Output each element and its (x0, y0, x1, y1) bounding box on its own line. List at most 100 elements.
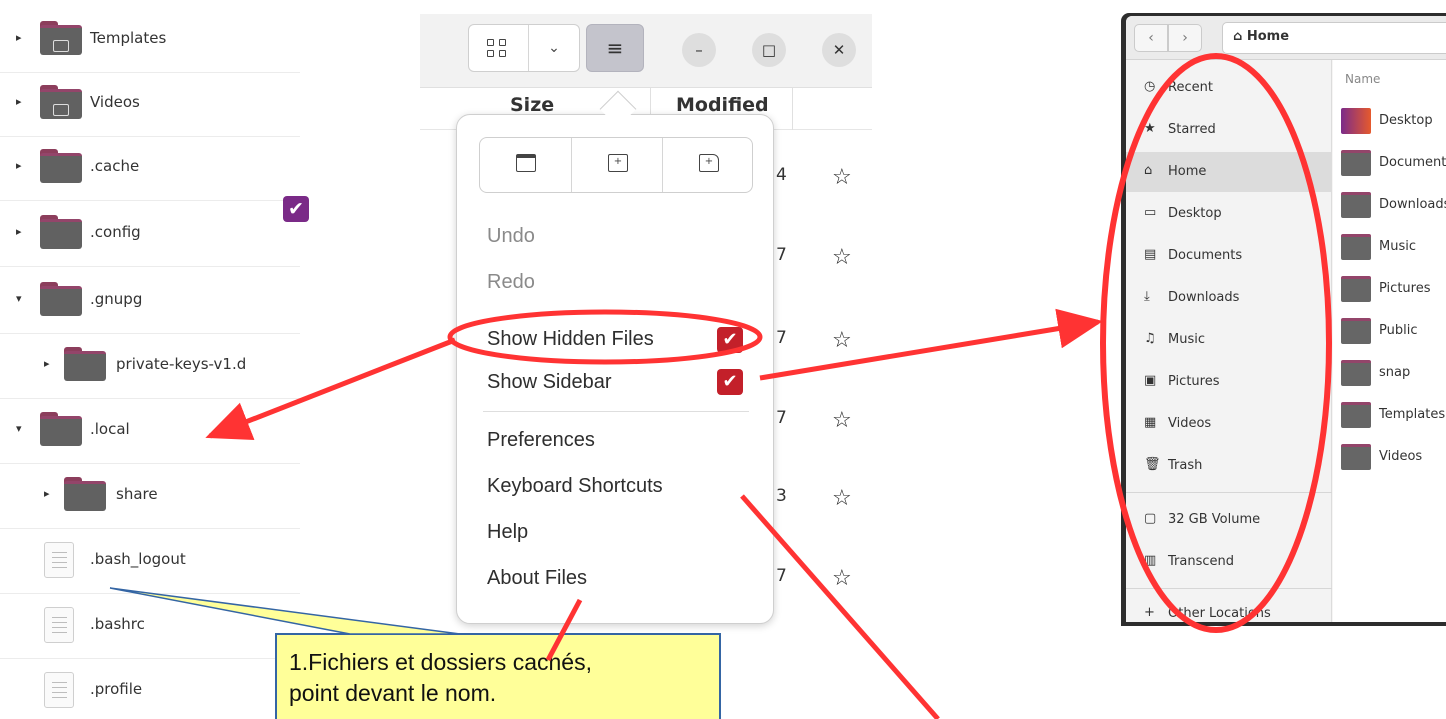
sidebar-item-pictures[interactable]: ▣ Pictures (1126, 362, 1332, 402)
expand-icon[interactable]: ▸ (16, 225, 22, 238)
sidebar-item-music[interactable]: ♫ Music (1126, 320, 1332, 360)
list-item[interactable]: Documents (1341, 144, 1446, 184)
menu-item-undo[interactable]: Undo (487, 225, 535, 248)
collapse-icon[interactable]: ▾ (16, 292, 22, 305)
star-icon[interactable]: ☆ (832, 245, 852, 270)
menu-item-preferences[interactable]: Preferences (487, 429, 595, 452)
menu-item-about-files[interactable]: About Files (487, 567, 587, 590)
tree-row-config[interactable]: ▸ .config (0, 203, 300, 267)
sidebar-item-label: Videos (1168, 416, 1212, 431)
sidebar-item-32gb-volume[interactable]: ▢ 32 GB Volume (1126, 500, 1332, 540)
list-item[interactable]: snap (1341, 354, 1446, 394)
sidebar-item-downloads[interactable]: ⤓ Downloads (1126, 278, 1332, 318)
tree-row-gnupg[interactable]: ▾ .gnupg (0, 270, 300, 334)
sidebar-item-trash[interactable]: 🗑 Trash (1126, 446, 1332, 486)
checkbox-checked-icon[interactable]: ✔ (283, 196, 309, 222)
show-hidden-files-checkbox[interactable]: ✔ (717, 327, 743, 353)
list-item[interactable]: Public (1341, 312, 1446, 352)
show-sidebar-checkbox[interactable]: ✔ (717, 369, 743, 395)
grid-view-button[interactable] (469, 25, 529, 71)
menu-item-help[interactable]: Help (487, 521, 528, 544)
tree-row-bash-logout[interactable]: .bash_logout (0, 530, 300, 594)
column-header-name[interactable]: Name (1345, 72, 1380, 86)
sidebar-item-home[interactable]: ⌂ Home (1126, 152, 1332, 192)
new-folder-button[interactable]: + (662, 138, 753, 192)
menu-item-show-hidden-files[interactable]: Show Hidden Files (487, 328, 654, 351)
document-icon: ▤ (1144, 247, 1157, 262)
folder-icon (1341, 234, 1371, 260)
tree-item-label: .profile (90, 680, 143, 698)
star-icon[interactable]: ☆ (832, 566, 852, 591)
tree-item-label: .cache (90, 157, 140, 175)
column-header-size[interactable]: Size (510, 94, 554, 116)
back-button[interactable]: ‹ (1134, 24, 1168, 52)
sidebar-item-label: Starred (1168, 122, 1216, 137)
collapse-icon[interactable]: ▾ (16, 422, 22, 435)
list-item[interactable]: Downloads (1341, 186, 1446, 226)
forward-button[interactable]: › (1168, 24, 1202, 52)
view-toggle-group: ⌄ (468, 24, 580, 72)
star-icon[interactable]: ☆ (832, 328, 852, 353)
star-icon[interactable]: ☆ (832, 165, 852, 190)
sidebar-item-label: Desktop (1168, 206, 1222, 221)
tree-row-private-keys[interactable]: ▸ private-keys-v1.d (0, 335, 300, 399)
expand-icon[interactable]: ▸ (16, 159, 22, 172)
sidebar-item-other-locations[interactable]: + Other Locations (1126, 594, 1332, 622)
row-size-fragment: 7 (776, 245, 787, 265)
folder-icon (1341, 192, 1371, 218)
list-item[interactable]: Videos (1341, 438, 1446, 478)
new-window-icon (516, 154, 536, 172)
list-item[interactable]: Templates (1341, 396, 1446, 436)
main-menu-button[interactable]: ≡ (586, 24, 644, 72)
tree-row-share[interactable]: ▸ share (0, 465, 300, 529)
star-icon[interactable]: ☆ (832, 486, 852, 511)
menu-separator (483, 411, 749, 412)
list-item[interactable]: Desktop (1341, 102, 1446, 142)
tree-row-bashrc[interactable]: .bashrc (0, 595, 300, 659)
tree-row-profile[interactable]: .profile (0, 660, 300, 719)
new-folder-icon: + (699, 154, 719, 172)
sidebar-item-recent[interactable]: ◷ Recent (1126, 68, 1332, 108)
view-options-chevron-icon[interactable]: ⌄ (529, 25, 579, 71)
video-icon: ▦ (1144, 415, 1157, 430)
location-bar-home[interactable]: ⌂ Home (1222, 22, 1446, 54)
new-window-button[interactable] (480, 138, 571, 192)
callout-line-1: 1.Fichiers et dossiers cachés, (289, 649, 592, 675)
header-bar: ⌄ ≡ – □ ✕ (420, 14, 872, 88)
expand-icon[interactable]: ▸ (44, 357, 50, 370)
file-tree: ▸ Templates ▸ Videos ▸ .cache ▸ .config … (0, 0, 300, 719)
tree-row-templates[interactable]: ▸ Templates (0, 9, 300, 73)
tree-item-label: private-keys-v1.d (116, 355, 247, 373)
annotation-callout: 1.Fichiers et dossiers cachés, point dev… (275, 633, 721, 719)
list-item[interactable]: Pictures (1341, 270, 1446, 310)
tree-row-local[interactable]: ▾ .local (0, 400, 300, 464)
menu-item-show-sidebar[interactable]: Show Sidebar (487, 371, 612, 394)
sidebar-item-label: Recent (1168, 80, 1213, 95)
folder-icon (40, 149, 82, 183)
clock-icon: ◷ (1144, 79, 1156, 94)
sidebar-item-desktop[interactable]: ▭ Desktop (1126, 194, 1332, 234)
minimize-button[interactable]: – (682, 33, 716, 67)
folder-icon (64, 477, 106, 511)
sidebar-item-label: Other Locations (1168, 606, 1271, 621)
menu-item-redo[interactable]: Redo (487, 271, 535, 294)
sidebar-item-starred[interactable]: ★ Starred (1126, 110, 1332, 150)
sidebar-item-videos[interactable]: ▦ Videos (1126, 404, 1332, 444)
list-item[interactable]: Music (1341, 228, 1446, 268)
expand-icon[interactable]: ▸ (16, 95, 22, 108)
tree-row-videos[interactable]: ▸ Videos (0, 73, 300, 137)
text-file-icon (44, 672, 74, 708)
menu-item-keyboard-shortcuts[interactable]: Keyboard Shortcuts (487, 475, 663, 498)
sidebar-item-transcend[interactable]: ▥ Transcend (1126, 542, 1332, 582)
column-header-modified[interactable]: Modified (676, 94, 769, 116)
new-tab-button[interactable]: + (571, 138, 662, 192)
expand-icon[interactable]: ▸ (44, 487, 50, 500)
close-button[interactable]: ✕ (822, 33, 856, 67)
tree-row-cache[interactable]: ▸ .cache (0, 137, 300, 201)
sidebar-item-documents[interactable]: ▤ Documents (1126, 236, 1332, 276)
star-icon[interactable]: ☆ (832, 408, 852, 433)
folder-icon (40, 215, 82, 249)
expand-icon[interactable]: ▸ (16, 31, 22, 44)
download-icon: ⤓ (1144, 289, 1150, 304)
maximize-button[interactable]: □ (752, 33, 786, 67)
